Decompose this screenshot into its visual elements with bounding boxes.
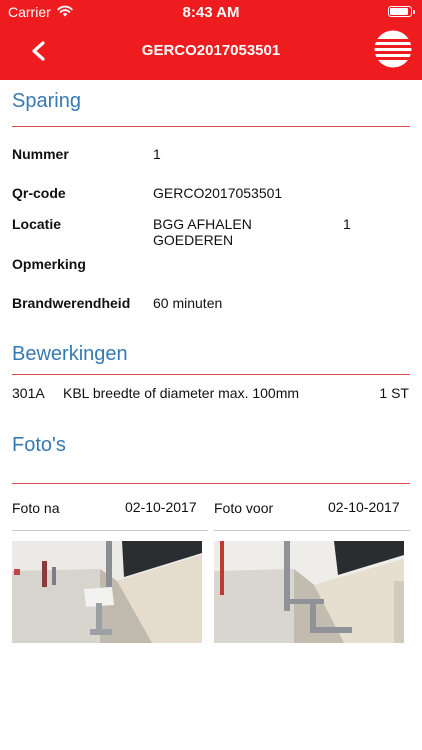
divider — [12, 530, 208, 531]
photo-thumbnail-voor[interactable] — [214, 541, 404, 643]
field-label-opmerking: Opmerking — [12, 256, 86, 272]
clock: 8:43 AM — [182, 4, 240, 21]
field-label-nummer: Nummer — [12, 146, 69, 162]
page-title: GERCO2017053501 — [141, 42, 281, 59]
bewerking-quantity: 1 ST — [379, 385, 409, 401]
field-value-qr-code: GERCO2017053501 — [153, 185, 283, 201]
divider — [214, 530, 410, 531]
brand-logo-icon[interactable] — [374, 30, 412, 68]
navigation-bar: Carrier 8:43 AM GERCO2017053501 — [0, 0, 422, 80]
bewerking-description: KBL breedte of diameter max. 100mm — [63, 385, 300, 401]
section-title-bewerkingen: Bewerkingen — [12, 343, 128, 365]
photo-date-voor: 02-10-2017 — [328, 499, 400, 515]
photo-label-na: Foto na — [12, 500, 60, 516]
field-value-locatie-line1: BGG AFHALEN — [153, 216, 252, 232]
field-value-nummer: 1 — [153, 146, 161, 162]
battery-icon — [388, 6, 415, 17]
bewerking-code: 301A — [12, 385, 45, 401]
photo-date-na: 02-10-2017 — [125, 499, 197, 515]
status-bar: Carrier 8:43 AM — [0, 0, 422, 24]
field-label-brandwerendheid: Brandwerendheid — [12, 295, 131, 311]
divider — [12, 374, 410, 375]
section-title-fotos: Foto's — [12, 434, 66, 456]
divider — [12, 483, 410, 484]
photo-label-voor: Foto voor — [214, 500, 274, 516]
field-value-locatie-number: 1 — [343, 216, 351, 232]
section-title-sparing: Sparing — [12, 90, 81, 112]
photo-thumbnail-na[interactable] — [12, 541, 202, 643]
divider — [12, 126, 410, 127]
field-value-brandwerendheid: 60 minuten — [153, 295, 223, 311]
field-label-locatie: Locatie — [12, 216, 62, 232]
field-label-qr-code: Qr-code — [12, 185, 66, 201]
field-value-locatie-line2: GOEDEREN — [153, 232, 234, 248]
